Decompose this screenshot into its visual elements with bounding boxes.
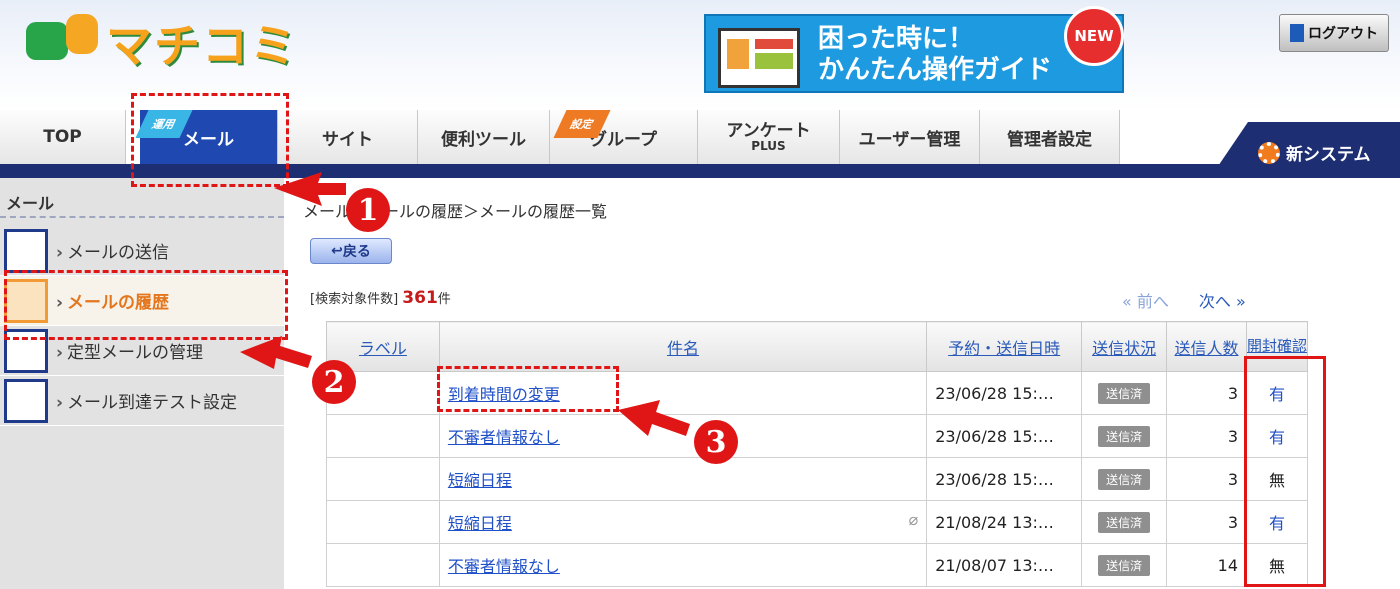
step-marker-1: 1 <box>346 188 390 232</box>
step-marker-2: 2 <box>312 360 356 404</box>
arrow-2 <box>240 336 312 369</box>
arrow-3 <box>618 400 690 436</box>
arrow-1 <box>274 172 346 206</box>
annotation-arrows <box>240 172 690 436</box>
page: マチコミ 困った時に！ かんたん操作ガイド NEW ログアウト 新システム TO… <box>0 0 1400 589</box>
step-marker-3: 3 <box>694 420 738 464</box>
